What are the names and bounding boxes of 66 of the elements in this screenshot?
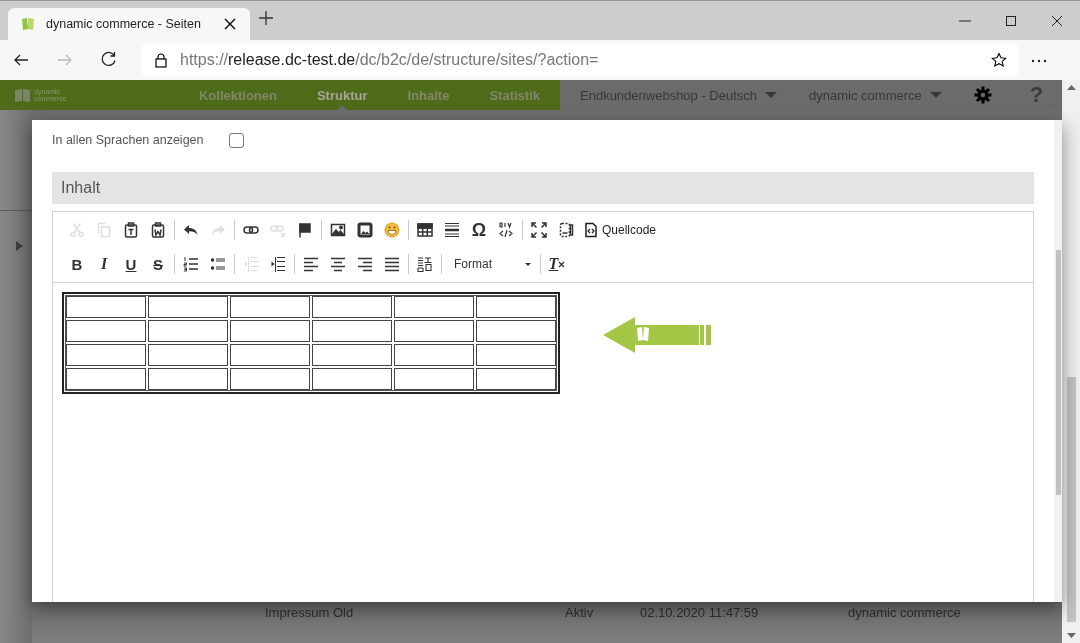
checkbox-label: In allen Sprachen anzeigen [52,133,204,147]
back-icon [13,52,31,68]
table-cell-text: Aktiv [565,605,595,620]
minimize-icon [959,19,971,22]
italic-button[interactable]: I [92,251,116,277]
caret-icon [765,91,778,99]
framed-image-icon [357,222,373,238]
align-right-icon [357,256,373,272]
lock-icon [154,52,168,68]
numbered-list-icon [183,256,199,272]
table-cell-text: 02.10.2020 11:47:59 [640,605,760,620]
unlink-icon [270,222,286,238]
address-bar[interactable]: https://release.dc-test.de/dc/b2c/de/structure/sites/?action= [142,44,1019,76]
leaf-logo-icon [20,16,36,32]
code-file-icon [583,222,597,238]
align-left-icon [303,256,319,272]
paste-text-icon [123,222,139,238]
expand-triangle-icon [16,241,23,251]
caret-icon [929,91,942,99]
checkbox[interactable] [228,132,244,148]
table-cell-text: Impressum Old [265,605,355,620]
format-dropdown[interactable]: Format [446,251,536,277]
copy-icon [96,222,112,238]
code-block-icon [498,222,514,238]
source-code-button[interactable]: Quellcode [581,217,659,243]
tab-title: dynamic commerce - Seiten [46,17,202,31]
special-character-button[interactable]: Ω [467,217,491,243]
scrollbar-thumb[interactable] [1066,377,1076,622]
flag-icon [297,222,313,238]
table-icon [417,222,433,238]
emoji-icon [384,222,400,238]
cross-icon [558,260,566,268]
justify-icon [384,256,400,272]
outdent-icon [243,256,259,272]
caret-icon [524,261,532,267]
maximize-icon [531,222,547,238]
close-icon [1051,14,1063,27]
maximize-window-icon [1005,14,1017,27]
clear-format-button[interactable]: T [545,251,569,277]
show-blocks-icon [558,222,574,238]
scissors-icon [69,222,85,238]
up-arrow-icon [1066,84,1076,91]
rich-text-editor[interactable]: Ω Quellcode B I U S Format T [52,211,1034,602]
down-arrow-icon [1066,632,1076,639]
logo-icon [14,87,31,103]
bold-button[interactable]: B [65,251,89,277]
scrollbar-thumb[interactable] [1055,250,1061,495]
settings-icon [973,86,992,104]
image-icon [330,222,346,238]
plus-icon [258,10,276,28]
more-icon [1031,57,1047,65]
paste-word-icon [150,222,166,238]
table-cell: dynamic commerce [848,605,961,620]
star-icon [991,52,1007,68]
browser-tab[interactable]: dynamic commerce - Seiten [8,8,250,40]
scrollbar[interactable] [1062,80,1080,643]
language-icon [417,256,433,272]
underline-button[interactable]: U [119,251,143,277]
align-center-icon [330,256,346,272]
indent-icon [270,256,286,272]
horizontal-rule-icon [444,222,460,238]
close-icon [222,16,238,32]
bullet-list-icon [210,256,226,272]
strike-button[interactable]: S [146,251,170,277]
section-header: Inhalt [52,172,1034,204]
arrow-icon [603,317,711,353]
